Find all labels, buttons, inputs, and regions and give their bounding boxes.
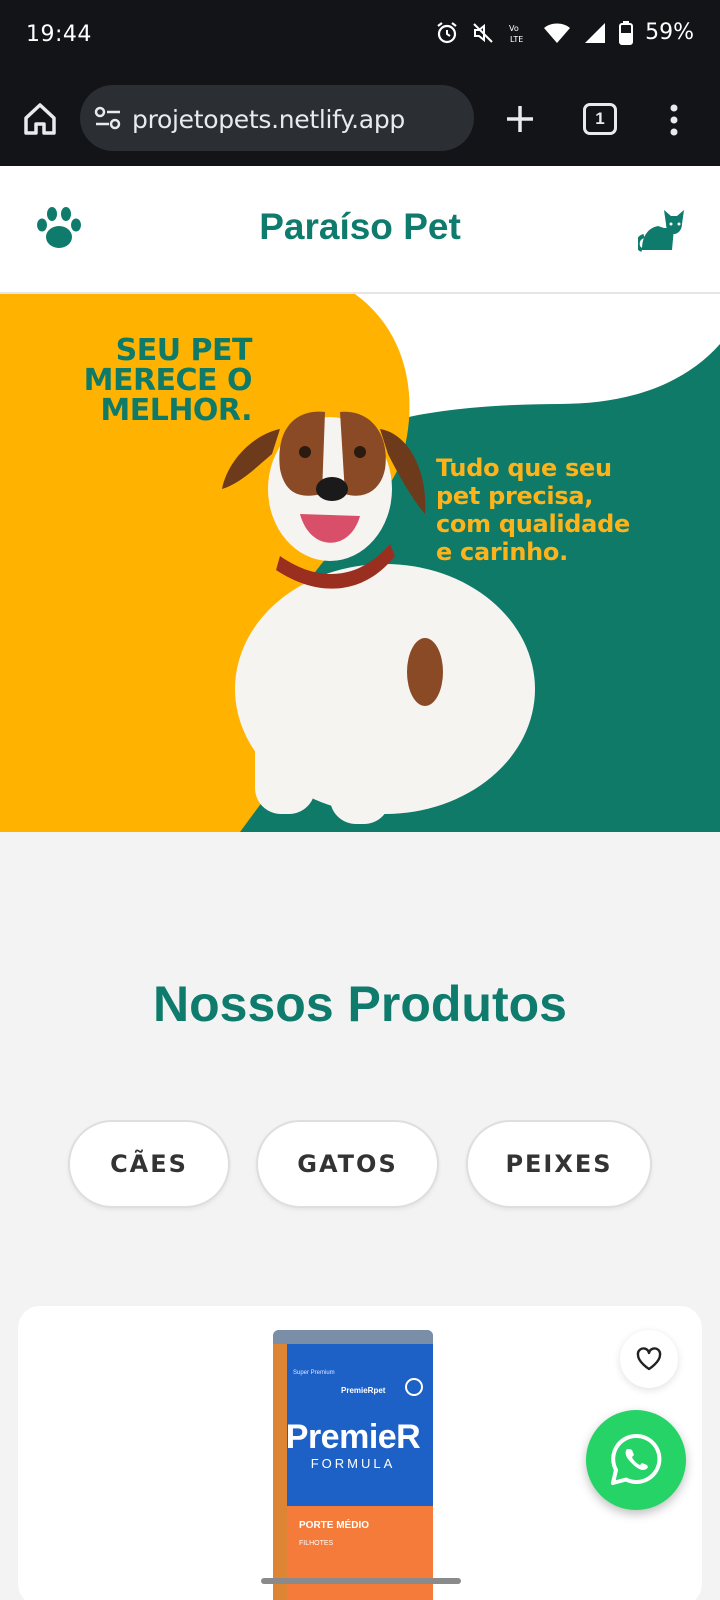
signal-icon [583, 21, 607, 45]
product-size: PORTE MÉDIO [299, 1520, 370, 1531]
whatsapp-icon [611, 1433, 662, 1485]
heart-icon [636, 1347, 662, 1371]
product-image[interactable]: Super Premium PremieRpet PremieR FORMULA… [273, 1330, 433, 1600]
favorite-button[interactable] [620, 1330, 678, 1388]
status-time: 19:44 [26, 22, 92, 47]
volte-icon: Vo LTE [507, 21, 531, 45]
category-button-fish[interactable]: PEIXES [466, 1120, 652, 1208]
svg-text:Vo: Vo [509, 24, 519, 33]
product-line: FORMULA [310, 1456, 396, 1471]
category-button-cats[interactable]: GATOS [256, 1120, 439, 1208]
product-brand: PremieR [285, 1418, 421, 1456]
wifi-icon [543, 21, 571, 45]
products-section-title: Nossos Produtos [153, 976, 567, 1032]
bag-seal [273, 1330, 433, 1344]
site-title[interactable]: Paraíso Pet [0, 206, 720, 248]
plus-icon [507, 106, 533, 132]
battery-icon [619, 20, 634, 45]
product-age: FILHOTES [299, 1540, 334, 1547]
tab-switcher-button[interactable]: 1 [583, 103, 617, 135]
more-vert-icon [670, 104, 678, 136]
product-tag: Super Premium [293, 1370, 335, 1376]
address-bar[interactable]: projetopets.netlify.app [80, 85, 474, 151]
status-icons: Vo LTE 59% [435, 20, 694, 45]
status-bar: 19:44 Vo LTE 59% [0, 0, 720, 72]
mute-icon [471, 21, 495, 45]
gesture-navigation-bar[interactable] [261, 1578, 461, 1584]
product-badge [405, 1378, 423, 1396]
home-icon [24, 103, 56, 135]
alarm-icon [435, 21, 459, 45]
cat-icon[interactable] [635, 204, 688, 257]
hero-banner: SEU PET MERECE O MELHOR. Tudo que seu pe… [0, 294, 720, 832]
bag-stripe [273, 1344, 287, 1600]
home-button[interactable] [20, 99, 60, 139]
url-text: projetopets.netlify.app [132, 105, 405, 134]
battery-percentage: 59% [645, 20, 694, 45]
svg-text:LTE: LTE [510, 35, 523, 44]
new-tab-button[interactable] [500, 99, 540, 139]
whatsapp-button[interactable] [586, 1410, 686, 1510]
site-header: Paraíso Pet [0, 166, 720, 294]
browser-toolbar: projetopets.netlify.app 1 [0, 72, 720, 166]
menu-button[interactable] [666, 100, 682, 140]
product-small-brand: PremieRpet [341, 1386, 386, 1395]
hero-subtext: Tudo que seu pet precisa, com qualidade … [436, 454, 630, 566]
category-button-dogs[interactable]: CÃES [68, 1120, 230, 1208]
hero-headline: SEU PET MERECE O MELHOR. [83, 333, 253, 428]
site-settings-icon[interactable] [94, 105, 122, 136]
